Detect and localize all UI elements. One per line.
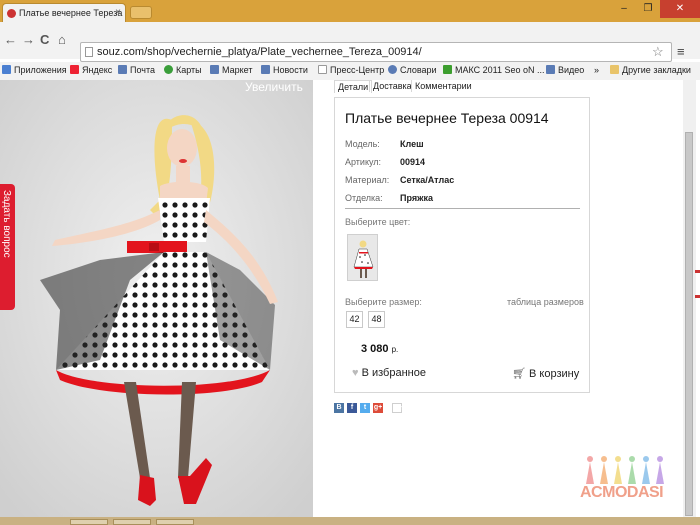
spec-label: Отделка:: [345, 193, 383, 203]
ask-question-label: Задать вопрос: [1, 190, 12, 258]
edge-marker: [695, 270, 700, 273]
cart-label: В корзину: [529, 368, 580, 380]
color-swatch[interactable]: [347, 234, 378, 281]
divider: [345, 208, 580, 209]
url-text: souz.com/shop/vechernie_platya/Plate_vec…: [97, 46, 422, 58]
taskbar: [0, 517, 700, 525]
page-icon: [85, 47, 93, 57]
market-icon: [210, 65, 219, 74]
address-bar[interactable]: souz.com/shop/vechernie_platya/Plate_vec…: [80, 42, 672, 62]
spec-row: Материал: Сетка/Атлас: [345, 175, 454, 185]
cart-icon: 🛒︎: [512, 368, 526, 380]
spec-value: 00914: [400, 157, 426, 167]
add-to-favorites-button[interactable]: ♥ В избранное: [352, 367, 426, 379]
watermark-text: ACMODASI: [580, 484, 664, 501]
taskbar-item[interactable]: [70, 519, 108, 525]
model-in-dress-image: [0, 80, 313, 517]
acmodasi-watermark: ACMODASI: [580, 454, 670, 504]
close-window-button[interactable]: ✕: [660, 0, 700, 18]
bookmarks-more[interactable]: »: [594, 65, 599, 75]
bookmarks-bar: Приложения Яндекс Почта Карты Маркет Нов…: [0, 62, 700, 81]
add-to-cart-button[interactable]: 🛒︎ В корзину: [512, 367, 579, 380]
dress-thumbnail-image: [348, 235, 377, 280]
size-table-link[interactable]: таблица размеров: [507, 297, 584, 307]
google-plus-share-icon[interactable]: g+: [373, 403, 383, 413]
choose-size-label: Выберите размер:: [345, 297, 422, 307]
maps-icon: [164, 65, 173, 74]
spec-label: Материал:: [345, 175, 390, 185]
browser-titlebar: Платье вечернее Тереза × – ❐ ✕: [0, 0, 700, 22]
facebook-share-icon[interactable]: f: [347, 403, 357, 413]
choose-color-label: Выберите цвет:: [345, 217, 411, 227]
folder-icon: [610, 65, 619, 74]
tab-details[interactable]: Детали: [334, 80, 373, 93]
maximize-button[interactable]: ❐: [636, 0, 660, 18]
bookmark-star-icon[interactable]: ☆: [652, 44, 664, 60]
spec-row: Модель: Клеш: [345, 139, 424, 149]
bookmark-apps[interactable]: Приложения: [2, 65, 67, 75]
edge-marker: [695, 295, 700, 298]
product-title: Платье вечернее Тереза 00914: [345, 110, 549, 126]
taskbar-item[interactable]: [113, 519, 151, 525]
zoom-link[interactable]: Увеличить: [245, 80, 303, 94]
watermark-figures-logo: [586, 456, 664, 484]
tab-delivery[interactable]: Доставка: [369, 80, 415, 92]
twitter-share-icon[interactable]: t: [360, 403, 370, 413]
heart-icon: ♥: [352, 367, 359, 379]
tab-favicon-icon: [7, 9, 16, 18]
favorites-label: В избранное: [361, 367, 426, 379]
home-button[interactable]: ⌂: [58, 32, 66, 47]
page-content: Увеличить Задать вопрос Детали Доставка …: [0, 80, 700, 517]
new-tab-button[interactable]: [130, 6, 152, 19]
size-option[interactable]: 42: [346, 311, 363, 328]
scrollbar-thumb[interactable]: [685, 132, 693, 516]
price-value: 3 080: [361, 343, 389, 355]
tab-close-icon[interactable]: ×: [115, 7, 121, 18]
news-icon: [261, 65, 270, 74]
pinterest-pin-button[interactable]: Pin it: [392, 403, 404, 422]
spec-value: Сетка/Атлас: [400, 175, 455, 185]
back-button[interactable]: ←: [4, 32, 17, 47]
video-icon: [546, 65, 555, 74]
price: 3 080 р.: [361, 343, 398, 355]
browser-tab[interactable]: Платье вечернее Тереза ×: [2, 3, 126, 22]
bookmark-maps[interactable]: Карты: [164, 65, 202, 75]
size-option[interactable]: 48: [368, 311, 385, 328]
chrome-menu-icon[interactable]: ≡: [677, 44, 685, 59]
reload-button[interactable]: C: [40, 32, 49, 47]
bookmark-news[interactable]: Новости: [261, 65, 308, 75]
vk-share-icon[interactable]: В: [334, 403, 344, 413]
bookmark-yandex[interactable]: Яндекс: [70, 65, 112, 75]
ask-question-tab[interactable]: Задать вопрос: [0, 184, 15, 310]
other-bookmarks[interactable]: Другие закладки: [610, 65, 691, 75]
taskbar-item[interactable]: [156, 519, 194, 525]
bookmark-market[interactable]: Маркет: [210, 65, 252, 75]
apps-icon: [2, 65, 11, 74]
bookmark-maks[interactable]: МАКС 2011 Seo oN ...: [443, 65, 545, 75]
bookmark-dictionaries[interactable]: Словари: [388, 65, 437, 75]
mail-icon: [118, 65, 127, 74]
price-currency: р.: [391, 345, 399, 354]
product-photo[interactable]: Увеличить Задать вопрос: [0, 80, 313, 517]
tab-comments[interactable]: Комментарии: [411, 80, 475, 92]
vertical-scrollbar[interactable]: [683, 80, 696, 517]
minimize-button[interactable]: –: [612, 0, 636, 18]
product-details-card: Платье вечернее Тереза 00914 Модель: Кле…: [334, 97, 590, 393]
bookmark-video[interactable]: Видео: [546, 65, 584, 75]
spec-value: Клеш: [400, 139, 424, 149]
maks-icon: [443, 65, 452, 74]
spec-row: Артикул: 00914: [345, 157, 425, 167]
bookmark-press[interactable]: Пресс-Центр: [318, 65, 384, 75]
dictionary-icon: [388, 65, 397, 74]
tab-title: Платье вечернее Тереза: [19, 8, 123, 18]
bookmark-mail[interactable]: Почта: [118, 65, 155, 75]
spec-label: Модель:: [345, 139, 380, 149]
forward-button[interactable]: →: [22, 32, 35, 47]
yandex-icon: [70, 65, 79, 74]
spec-label: Артикул:: [345, 157, 382, 167]
spec-row: Отделка: Пряжка: [345, 193, 433, 203]
window-controls: – ❐ ✕: [612, 0, 700, 20]
spec-value: Пряжка: [400, 193, 433, 203]
page-icon: [318, 65, 327, 74]
